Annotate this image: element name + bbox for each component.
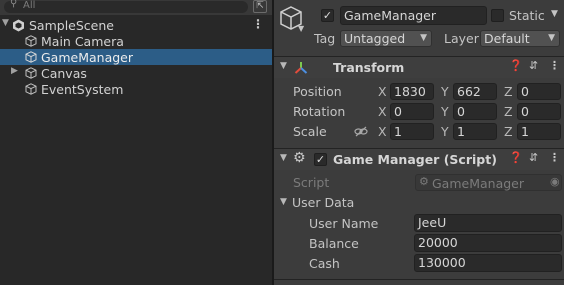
user-name-field[interactable]: JeeU [414, 214, 562, 232]
scale-x-field[interactable]: 1 [390, 123, 434, 140]
user-data-group-label[interactable]: User Data [292, 195, 354, 210]
scene-row[interactable]: ▼ SampleScene ⋮ [0, 17, 272, 33]
help-icon[interactable]: ❓ [509, 59, 523, 72]
gameobject-cube-icon [25, 51, 37, 63]
search-placeholder: All [23, 0, 36, 11]
transform-axes-icon [294, 62, 308, 74]
rotation-label: Rotation [293, 104, 346, 119]
chevron-down-icon: ▼ [548, 33, 555, 43]
axis-z-label: Z [504, 124, 513, 139]
search-icon: ⚲ [10, 0, 18, 9]
script-label: Script [293, 175, 330, 190]
more-menu-icon[interactable]: ⋮ [549, 59, 560, 72]
object-picker-icon: ◉ [550, 175, 560, 188]
script-gear-icon: ⚙ [293, 150, 306, 166]
hierarchy-item-eventsystem[interactable]: EventSystem [0, 81, 272, 97]
transform-title: Transform [333, 60, 405, 75]
scale-z-field[interactable]: 1 [517, 123, 561, 140]
axis-x-label: X [378, 124, 387, 139]
hierarchy-search-input[interactable]: ⚲ All [4, 0, 248, 13]
axis-x-label: X [378, 104, 387, 119]
script-file-icon: ⚙ [419, 175, 429, 188]
hierarchy-item-label: Canvas [41, 66, 87, 81]
presets-icon[interactable]: ⇵ [529, 59, 538, 72]
icon-dropdown-caret-icon[interactable]: ▼ [298, 24, 304, 33]
presets-icon[interactable]: ⇵ [529, 151, 538, 164]
help-icon[interactable]: ❓ [509, 151, 523, 164]
tag-dropdown[interactable]: Untagged ▼ [340, 30, 432, 47]
more-menu-icon[interactable]: ⋮ [252, 17, 264, 31]
tag-label: Tag [314, 31, 336, 46]
inspector-panel: ▼ ✓ GameManager Static ▼ Tag Untagged ▼ … [274, 0, 564, 285]
fold-arrow-icon[interactable]: ▼ [280, 61, 287, 71]
transform-header[interactable]: ▼ Transform ❓ ⇵ ⋮ [274, 56, 564, 78]
static-label: Static [509, 8, 545, 23]
rotation-z-field[interactable]: 0 [517, 103, 561, 120]
axis-z-label: Z [504, 104, 513, 119]
more-menu-icon[interactable]: ⋮ [549, 151, 560, 164]
hierarchy-item-canvas[interactable]: ▶ Canvas [0, 65, 272, 81]
fold-arrow-icon[interactable]: ▼ [280, 197, 287, 207]
scale-y-field[interactable]: 1 [453, 123, 497, 140]
script-object-field: ⚙ GameManager ◉ [415, 174, 562, 191]
user-name-label: User Name [309, 216, 379, 231]
position-z-field[interactable]: 0 [517, 83, 561, 100]
constrain-proportions-icon[interactable] [354, 126, 368, 137]
axis-y-label: Y [441, 104, 449, 119]
script-component-header[interactable]: ▼ ⚙ ✓ Game Manager (Script) ❓ ⇵ ⋮ [274, 148, 564, 170]
axis-x-label: X [378, 84, 387, 99]
scene-name: SampleScene [29, 18, 114, 33]
component-enabled-checkbox[interactable]: ✓ [314, 153, 327, 166]
cash-label: Cash [309, 256, 340, 271]
hierarchy-item-label: GameManager [41, 50, 134, 65]
hierarchy-item-main-camera[interactable]: Main Camera [0, 33, 272, 49]
balance-field[interactable]: 20000 [414, 234, 562, 252]
static-dropdown-caret-icon[interactable]: ▼ [551, 9, 558, 19]
hierarchy-search-bar: ⚲ All ⇱ [0, 0, 272, 15]
hierarchy-item-label: Main Camera [41, 34, 124, 49]
expand-arrow-icon[interactable]: ▼ [2, 18, 9, 28]
rotation-x-field[interactable]: 0 [390, 103, 434, 120]
active-checkbox[interactable]: ✓ [321, 9, 334, 22]
hierarchy-item-label: EventSystem [41, 82, 124, 97]
cash-field[interactable]: 130000 [414, 254, 562, 272]
layer-dropdown[interactable]: Default ▼ [480, 30, 560, 47]
hierarchy-panel: ⚲ All ⇱ ▼ SampleScene ⋮ Main Camera Game… [0, 0, 272, 285]
component-divider [274, 279, 564, 280]
hierarchy-item-gamemanager[interactable]: GameManager [0, 49, 272, 65]
scale-label: Scale [293, 124, 327, 139]
static-checkbox[interactable] [491, 9, 504, 22]
tag-value: Untagged [344, 31, 406, 46]
axis-z-label: Z [504, 84, 513, 99]
gameobject-cube-icon [25, 83, 37, 95]
rotation-y-field[interactable]: 0 [453, 103, 497, 120]
axis-y-label: Y [441, 84, 449, 99]
object-name-field[interactable]: GameManager [340, 6, 487, 25]
gameobject-cube-icon [25, 35, 37, 47]
fold-arrow-icon[interactable]: ▼ [280, 153, 287, 163]
expand-arrow-icon[interactable]: ▶ [11, 66, 18, 76]
layer-value: Default [484, 31, 530, 46]
chevron-down-icon: ▼ [420, 33, 427, 43]
unity-scene-icon [13, 19, 24, 32]
balance-label: Balance [309, 236, 359, 251]
axis-y-label: Y [441, 124, 449, 139]
position-label: Position [293, 84, 342, 99]
position-y-field[interactable]: 662 [453, 83, 497, 100]
search-options-icon[interactable]: ⇱ [253, 0, 267, 13]
script-value: GameManager [432, 176, 525, 191]
position-x-field[interactable]: 1830 [390, 83, 434, 100]
layer-label: Layer [444, 31, 479, 46]
gameobject-cube-icon [25, 67, 37, 79]
script-component-title: Game Manager (Script) [333, 152, 497, 167]
